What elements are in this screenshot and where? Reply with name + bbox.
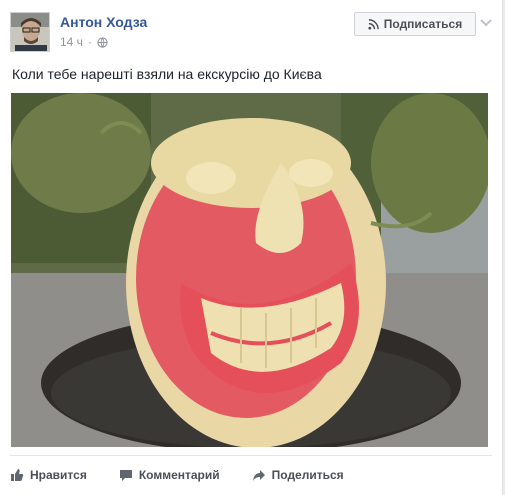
chevron-down-icon[interactable]	[478, 14, 494, 30]
post-header: Антон Ходза 14 ч · Подписаться	[10, 10, 495, 52]
actions-divider	[10, 455, 492, 456]
comment-label: Комментарий	[138, 468, 220, 482]
like-label: Нравится	[30, 468, 87, 482]
author-avatar[interactable]	[10, 12, 50, 52]
follow-label: Подписаться	[383, 17, 463, 31]
post-meta: 14 ч ·	[60, 35, 108, 49]
like-button[interactable]: Нравится	[10, 468, 87, 482]
comment-button[interactable]: Комментарий	[119, 468, 220, 482]
share-arrow-icon	[252, 470, 265, 481]
rss-icon	[368, 18, 379, 30]
comment-icon	[119, 470, 132, 481]
post-photo[interactable]	[11, 93, 488, 447]
carved-watermelon-image	[11, 93, 488, 447]
thumbs-up-icon	[11, 469, 24, 481]
facebook-post-card: Антон Ходза 14 ч · Подписаться Коли тебе…	[0, 0, 503, 495]
post-text: Коли тебе нарешті взяли на екскурсію до …	[12, 66, 322, 82]
author-name[interactable]: Антон Ходза	[60, 14, 147, 30]
post-time[interactable]: 14 ч	[60, 35, 83, 49]
globe-icon[interactable]	[97, 36, 108, 48]
share-button[interactable]: Поделиться	[252, 468, 344, 482]
follow-button[interactable]: Подписаться	[354, 12, 476, 36]
share-label: Поделиться	[271, 468, 344, 482]
avatar-image	[11, 13, 49, 51]
meta-separator: ·	[87, 35, 92, 49]
post-actions: Нравится Комментарий Поделиться	[10, 463, 376, 487]
